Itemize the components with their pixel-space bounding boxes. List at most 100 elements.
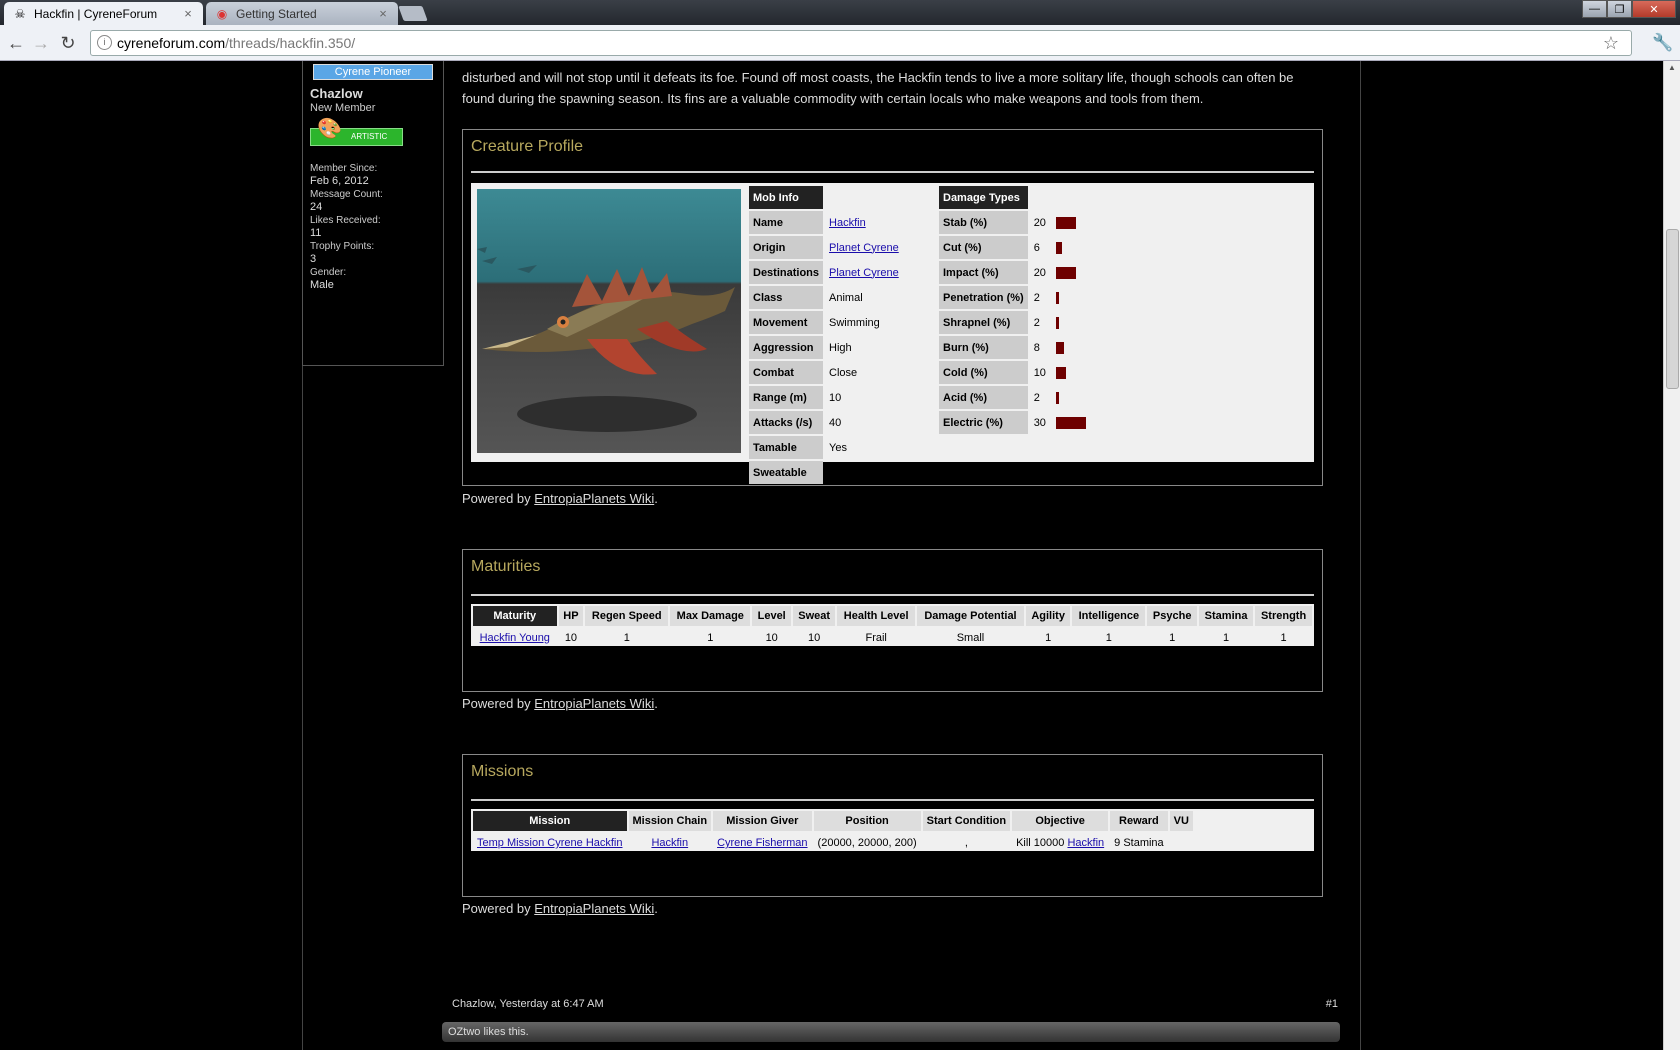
damage-type-label: Electric (%) xyxy=(939,411,1028,434)
post-number[interactable]: #1 xyxy=(1326,998,1338,1010)
post-footer: Chazlow, Yesterday at 6:47 AM #1 xyxy=(452,998,1340,1010)
powered-by: Powered by EntropiaPlanets Wiki. xyxy=(462,696,658,711)
table-cell: 10 xyxy=(564,632,578,644)
scrollbar-thumb[interactable] xyxy=(1666,229,1679,389)
table-row: Cut (%) 6 xyxy=(939,236,1090,259)
mob-info-link[interactable]: Hackfin xyxy=(829,217,866,229)
table-row: Impact (%) 20 xyxy=(939,261,1090,284)
damage-type-label: Shrapnel (%) xyxy=(939,311,1028,334)
post-author-time[interactable]: Chazlow, Yesterday at 6:47 AM xyxy=(452,998,604,1010)
tab-getting-started[interactable]: ◉ Getting Started × xyxy=(206,2,398,25)
column-header: Agility xyxy=(1025,606,1071,626)
damage-value: 2 xyxy=(1033,316,1040,329)
mission-giver-link[interactable]: Cyrene Fisherman xyxy=(717,837,807,849)
mob-info-header: Mob Info xyxy=(749,186,824,209)
table-row: Origin Planet Cyrene xyxy=(749,236,903,259)
table-cell: 1 xyxy=(1045,632,1052,644)
rank-badge: Cyrene Pioneer xyxy=(313,64,433,80)
mob-info-value: Planet Cyrene xyxy=(825,236,903,259)
damage-value: 10 xyxy=(1033,366,1046,379)
address-bar[interactable]: i cyreneforum.com/threads/hackfin.350/ ☆ xyxy=(90,30,1632,56)
page-scrollbar[interactable]: ▲ xyxy=(1663,61,1680,1050)
mission-link[interactable]: Temp Mission Cyrene Hackfin xyxy=(477,837,623,849)
scroll-up-icon[interactable]: ▲ xyxy=(1664,63,1680,72)
damage-type-label: Stab (%) xyxy=(939,211,1028,234)
table-row: Movement Swimming xyxy=(749,311,903,334)
maturity-link[interactable]: Hackfin Young xyxy=(480,632,550,644)
mob-info-value: Yes xyxy=(829,466,847,479)
table-row: Electric (%) 30 xyxy=(939,411,1090,434)
mob-info-label: Aggression xyxy=(749,336,824,359)
tab-bar: ☠ Hackfin | CyreneForum × ◉ Getting Star… xyxy=(0,0,1680,25)
damage-type-label: Penetration (%) xyxy=(939,286,1028,309)
mob-info-value: 40 xyxy=(829,416,842,429)
damage-bar xyxy=(1055,266,1076,279)
table-row: Range (m) 10 xyxy=(749,386,903,409)
start-condition-cell: , xyxy=(964,837,968,849)
mob-info-label: Name xyxy=(749,211,824,234)
damage-type-label: Impact (%) xyxy=(939,261,1028,284)
wiki-link[interactable]: EntropiaPlanets Wiki xyxy=(534,491,654,506)
column-header: Max Damage xyxy=(670,606,751,626)
table-cell: 10 xyxy=(765,632,778,644)
wiki-link[interactable]: EntropiaPlanets Wiki xyxy=(534,901,654,916)
column-header: Mission Giver xyxy=(713,811,812,831)
maturity-cell: Hackfin Young xyxy=(473,628,557,648)
palette-icon: 🎨 xyxy=(317,118,342,140)
damage-bar xyxy=(1055,316,1059,329)
tab-title: Hackfin | CyreneForum xyxy=(34,6,158,21)
table-row: Hackfin Young 10 1 1 10 10 Frail Small 1 1 1 1 1 xyxy=(473,628,1312,648)
creature-profile-section: Creature Profile Mob Info Name Hackfin O… xyxy=(462,129,1323,486)
tab-hackfin[interactable]: ☠ Hackfin | CyreneForum × xyxy=(4,2,203,25)
objective-link[interactable]: Hackfin xyxy=(1067,837,1104,849)
table-row: Class Animal xyxy=(749,286,903,309)
table-cell: Frail xyxy=(865,632,887,644)
mob-info-link[interactable]: Planet Cyrene xyxy=(829,267,899,279)
browser-toolbar: ← → ↻ i cyreneforum.com/threads/hackfin.3… xyxy=(0,25,1680,61)
url-path: /threads/hackfin.350/ xyxy=(225,35,356,51)
damage-type-label: Acid (%) xyxy=(939,386,1028,409)
damage-bar xyxy=(1055,341,1064,354)
damage-value: 20 xyxy=(1033,216,1046,229)
mob-info-label: Origin xyxy=(749,236,824,259)
column-header: Start Condition xyxy=(922,811,1011,831)
table-row: Combat Close xyxy=(749,361,903,384)
minimize-button[interactable]: — xyxy=(1582,0,1607,18)
username-link[interactable]: Chazlow xyxy=(310,86,363,101)
table-row: Temp Mission Cyrene Hackfin Hackfin Cyre… xyxy=(473,833,1193,853)
forward-icon[interactable]: → xyxy=(30,33,52,54)
column-header: Mission Chain xyxy=(628,811,712,831)
back-icon[interactable]: ← xyxy=(5,33,27,54)
table-row: Cold (%) 10 xyxy=(939,361,1090,384)
table-row: Name Hackfin xyxy=(749,211,903,234)
mob-info-label: Range (m) xyxy=(749,386,824,409)
mob-info-value: 10 xyxy=(829,391,842,404)
damage-bar xyxy=(1055,216,1076,229)
close-tab-icon[interactable]: × xyxy=(181,6,195,21)
column-header: Maturity xyxy=(473,606,557,626)
section-title: Maturities xyxy=(471,558,541,575)
hackfin-image xyxy=(477,189,741,453)
objective-cell: Kill 10000 Hackfin xyxy=(1016,837,1105,849)
close-window-button[interactable]: ✕ xyxy=(1632,0,1676,18)
mob-info-link[interactable]: Planet Cyrene xyxy=(829,242,899,254)
column-header: Strength xyxy=(1255,606,1312,626)
close-tab-icon[interactable]: × xyxy=(376,6,390,21)
chrome-icon: ◉ xyxy=(216,6,228,21)
reward-cell: 9 Stamina xyxy=(1114,837,1164,849)
table-row: Acid (%) 2 xyxy=(939,386,1090,409)
column-header: Stamina xyxy=(1199,606,1254,626)
bookmark-star-icon[interactable]: ☆ xyxy=(1603,31,1619,55)
wrench-icon[interactable]: 🔧 xyxy=(1652,33,1673,53)
reload-icon[interactable]: ↻ xyxy=(57,33,79,54)
new-tab-button[interactable] xyxy=(398,6,428,21)
table-cell: 1 xyxy=(1280,632,1287,644)
mob-info-label: Movement xyxy=(749,311,824,334)
column-header: HP xyxy=(558,606,584,626)
powered-by: Powered by EntropiaPlanets Wiki. xyxy=(462,901,658,916)
column-header: Mission xyxy=(473,811,627,831)
wiki-link[interactable]: EntropiaPlanets Wiki xyxy=(534,696,654,711)
maximize-button[interactable]: ❐ xyxy=(1607,0,1632,18)
artistic-badge: 🎨 ARTISTIC xyxy=(310,119,403,146)
mission-chain-link[interactable]: Hackfin xyxy=(651,837,688,849)
